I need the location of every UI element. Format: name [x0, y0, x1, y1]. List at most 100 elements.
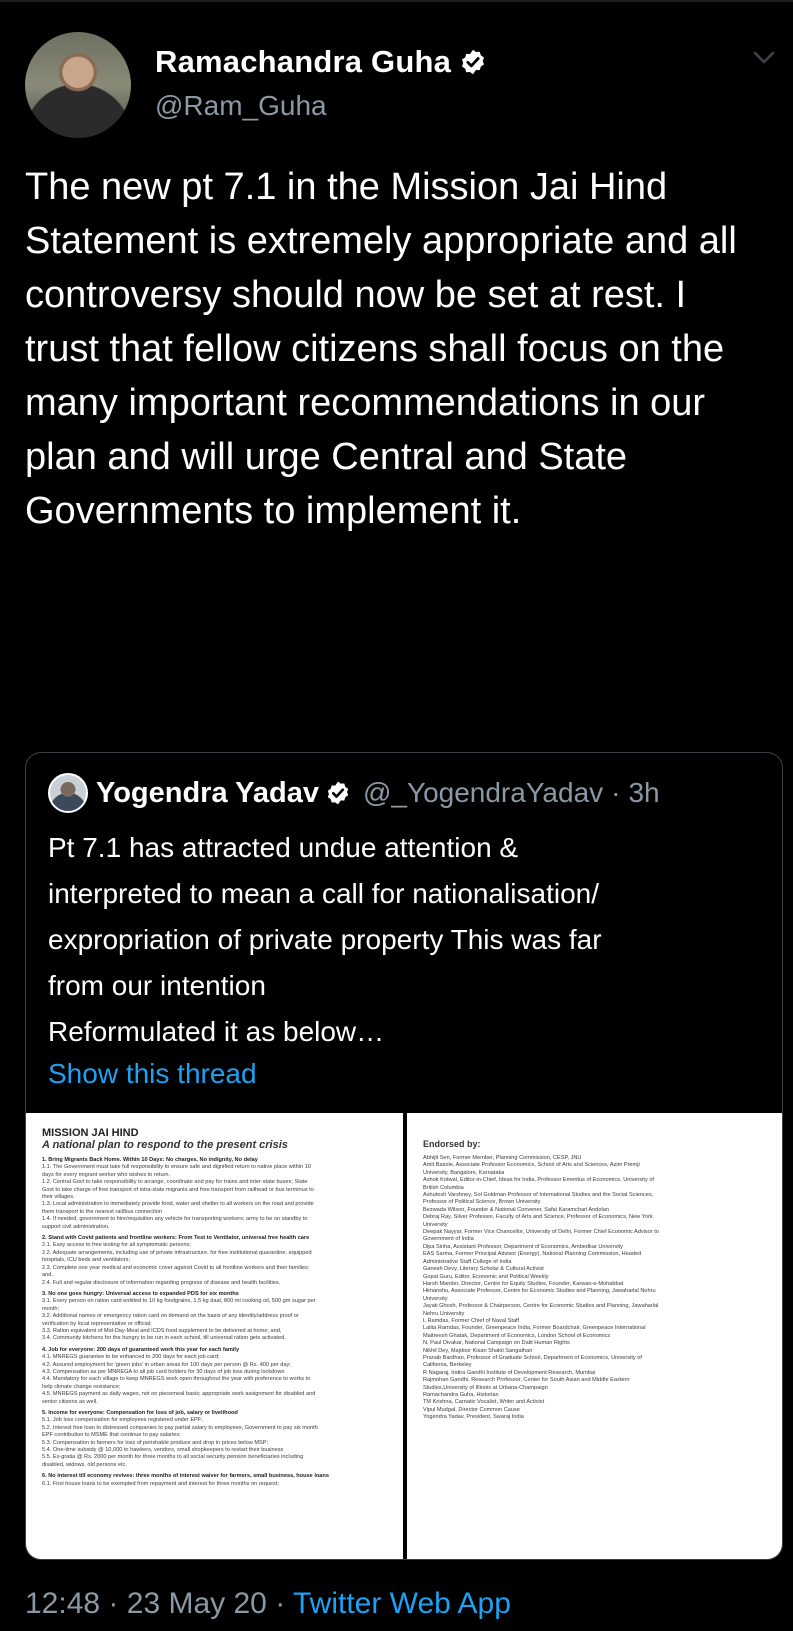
endorser-line: EAS Sarma, Former Principal Advisor (Ene…	[423, 1251, 642, 1258]
document-line: 3.1. Every person on ration card entitle…	[42, 1298, 316, 1305]
document-image-plan[interactable]: MISSION JAI HIND A national plan to resp…	[26, 1113, 403, 1559]
document-line: 4.1. MNREGS guarantee to be enhanced to …	[42, 1354, 220, 1361]
endorser-line: Bezwada Wilson, Founder & National Conve…	[423, 1206, 609, 1213]
document-line: Govt to take charge of free transport of…	[42, 1186, 314, 1193]
endorser-line: Dipa Sinha, Assistant Professor, Departm…	[423, 1243, 623, 1250]
author-handle[interactable]: @Ram_Guha	[155, 90, 327, 122]
endorser-line: Abhijit Sen, Former Member, Planning Com…	[423, 1155, 582, 1161]
quoted-author-avatar	[48, 773, 88, 813]
document-line: 3.2. Additional names or emergency ratio…	[42, 1313, 299, 1320]
endorsers-list: Abhijit Sen, Former Member, Planning Com…	[423, 1155, 770, 1422]
endorser-line: University, Bangalore, Karnataka	[423, 1169, 505, 1176]
quoted-author-handle: @_YogendraYadav	[362, 777, 604, 808]
verified-badge-icon	[327, 781, 349, 805]
endorser-line: Government of India	[423, 1236, 474, 1243]
endorser-line: Maitreesh Ghatak, Department of Economic…	[423, 1332, 611, 1339]
quoted-tweet-text: Pt 7.1 has attracted undue attention & i…	[48, 832, 602, 1047]
document-image-endorsements[interactable]: Endorsed by: Abhijit Sen, Former Member,…	[407, 1113, 782, 1559]
endorser-line: Ganesh Devy, Literary Scholar & Cultural…	[423, 1266, 544, 1273]
document-line: their villages.	[42, 1194, 75, 1201]
endorser-line: Harsh Mander, Director, Centre for Equit…	[423, 1280, 624, 1287]
document-subtitle: A national plan to respond to the presen…	[42, 1139, 288, 1151]
document-line: senior citizens as well.	[42, 1398, 98, 1405]
document-line: them transport to the nearest rail/bus c…	[42, 1208, 163, 1215]
endorser-line: R Nagaraj, Indira Gandhi Institute of De…	[423, 1369, 596, 1376]
endorser-line: Amit Basole, Associate Professor Economi…	[423, 1162, 640, 1169]
document-line: 1.2. Central Govt to take responsibility…	[42, 1179, 308, 1186]
endorser-line: L Ramdas, Former Chief of Naval Staff	[423, 1317, 520, 1324]
document-line: 5.5. Ex-gratia @ Rs. 2000 per month for …	[42, 1454, 304, 1461]
document-line: 1.1. The Government must take full respo…	[42, 1164, 311, 1171]
document-line: 2.1. Easy access to free testing for all…	[42, 1242, 191, 1249]
document-line: 5.1. Job loss compensation for employees…	[42, 1417, 203, 1424]
tweet-header: Ramachandra Guha @Ram_Guha	[25, 32, 785, 142]
document-line: days for every migrant worker who wishes…	[42, 1171, 171, 1178]
author-name-row: Ramachandra Guha	[155, 44, 487, 80]
endorser-line: Professor of Political Science, Brown Un…	[423, 1199, 541, 1206]
endorser-line: Himanshu, Associate Professor, Centre fo…	[423, 1288, 656, 1295]
document-line: 4.5. MNREGS payment as daily wages, not …	[42, 1391, 316, 1398]
endorser-line: Pranab Bardhan, Professor of Graduate Sc…	[423, 1354, 642, 1361]
document-section-heading: 2. Stand with Covid patients and frontli…	[42, 1235, 310, 1242]
document-body: 1. Bring Migrants Back Home. Within 10 D…	[42, 1157, 387, 1488]
separator-dot: ·	[108, 1587, 119, 1620]
endorser-line: University	[423, 1295, 448, 1302]
source-app-link[interactable]: Twitter Web App	[293, 1587, 511, 1620]
tweet-date[interactable]: 23 May 20	[127, 1587, 267, 1620]
document-line: 5.4. One-time subsidy @ 10,000 to hawker…	[42, 1447, 284, 1454]
quoted-author-display-name: Yogendra Yadav	[96, 776, 319, 809]
document-section-heading: 1. Bring Migrants Back Home. Within 10 D…	[42, 1157, 258, 1163]
document-line: 4.4. Mandatory for each village to keep …	[42, 1376, 311, 1383]
document-line: 4.3. Compensation as per MNREGA to all j…	[42, 1368, 285, 1375]
top-divider	[0, 0, 793, 2]
document-line: and,	[42, 1272, 53, 1279]
chevron-down-icon[interactable]	[753, 50, 775, 66]
document-line: 5.3. Compensation to farmers for loss of…	[42, 1439, 269, 1446]
endorser-line: Administrative Staff College of India	[423, 1258, 512, 1265]
endorser-line: Jayati Ghosh, Professor & Chairperson, C…	[423, 1303, 659, 1310]
quoted-tweet-header: Yogendra Yadav @_YogendraYadav · 3h	[48, 773, 660, 813]
author-display-name[interactable]: Ramachandra Guha	[155, 44, 451, 80]
endorser-line: Lalita Ramdas, Founder, Greenpeace India…	[423, 1325, 646, 1332]
endorser-line: Ashok Kotwal, Editor-in-Chief, Ideas for…	[423, 1177, 654, 1184]
document-line: 1.3. Local administration to immediately…	[42, 1201, 314, 1208]
endorser-line: Debraj Ray, Silver Professor, Faculty of…	[423, 1214, 653, 1221]
document-line: support civil administration.	[42, 1223, 110, 1230]
endorser-line: Ramachandra Guha, Historian	[423, 1392, 499, 1398]
document-line: 6.1. First house loans to be exempted fr…	[42, 1480, 279, 1487]
endorser-line: Nehru University	[423, 1310, 465, 1317]
verified-badge-icon	[462, 49, 485, 75]
endorsed-title: Endorsed by:	[423, 1139, 481, 1149]
separator-dot: ·	[611, 777, 621, 808]
document-line: 2.2. Adequate arrangements, including us…	[42, 1249, 312, 1256]
quoted-tweet-card[interactable]: Yogendra Yadav @_YogendraYadav · 3h Pt 7…	[25, 752, 783, 1560]
document-title: MISSION JAI HIND	[42, 1127, 139, 1139]
document-section-heading: 3. No one goes hungry: Universal access …	[42, 1290, 239, 1297]
document-section-heading: 5. Income for everyone: Compensation for…	[42, 1410, 238, 1416]
endorser-line: Rajmohan Gandhi, Research Professor, Cen…	[423, 1377, 630, 1384]
endorser-line: Gopal Guru, Editor, Economic and Politic…	[423, 1273, 549, 1280]
document-line: 2.3. Complete one year medical and econo…	[42, 1264, 310, 1271]
tweet-footer: 12:48 · 23 May 20 · Twitter Web App	[25, 1587, 511, 1621]
document-section-heading: 4. Job for everyone: 200 days of guarant…	[42, 1346, 240, 1353]
document-line: 3.4. Community kitchens for the hungry t…	[42, 1335, 286, 1342]
tweet-text: The new pt 7.1 in the Mission Jai Hind S…	[25, 166, 737, 532]
endorser-line: Studies,University of Illinois at Urbana…	[423, 1384, 548, 1391]
document-line: disabled, widows, old persons etc.	[42, 1461, 127, 1468]
endorser-line: Deepak Nayyar, Former Vice Chancellor, U…	[423, 1229, 659, 1236]
document-line: hospitals, ICU beds and ventilators;	[42, 1257, 130, 1264]
author-avatar[interactable]	[25, 32, 131, 138]
endorser-line: California, Berkeley	[423, 1362, 472, 1369]
endorser-line: TM Krishna, Carnatic Vocalist, Writer an…	[423, 1399, 545, 1406]
endorser-line: N. Paul Divakar, National Campaign on Da…	[423, 1340, 570, 1347]
endorser-line: University	[423, 1221, 448, 1228]
show-thread-link[interactable]: Show this thread	[48, 1058, 257, 1090]
document-line: 5.2. Interest free loan to distressed co…	[42, 1424, 318, 1431]
document-line: month;	[42, 1305, 60, 1312]
endorser-line: Yogendra Yadav, President, Swaraj India	[423, 1414, 524, 1421]
document-line: 4.2. Assured employment for 'green jobs'…	[42, 1361, 291, 1368]
tweet-time[interactable]: 12:48	[25, 1587, 100, 1620]
endorser-line: British Columbia	[423, 1184, 464, 1191]
document-line: help climate change resistance;	[42, 1383, 121, 1390]
endorser-line: Vipul Mudgal, Director Common Cause	[423, 1406, 520, 1413]
